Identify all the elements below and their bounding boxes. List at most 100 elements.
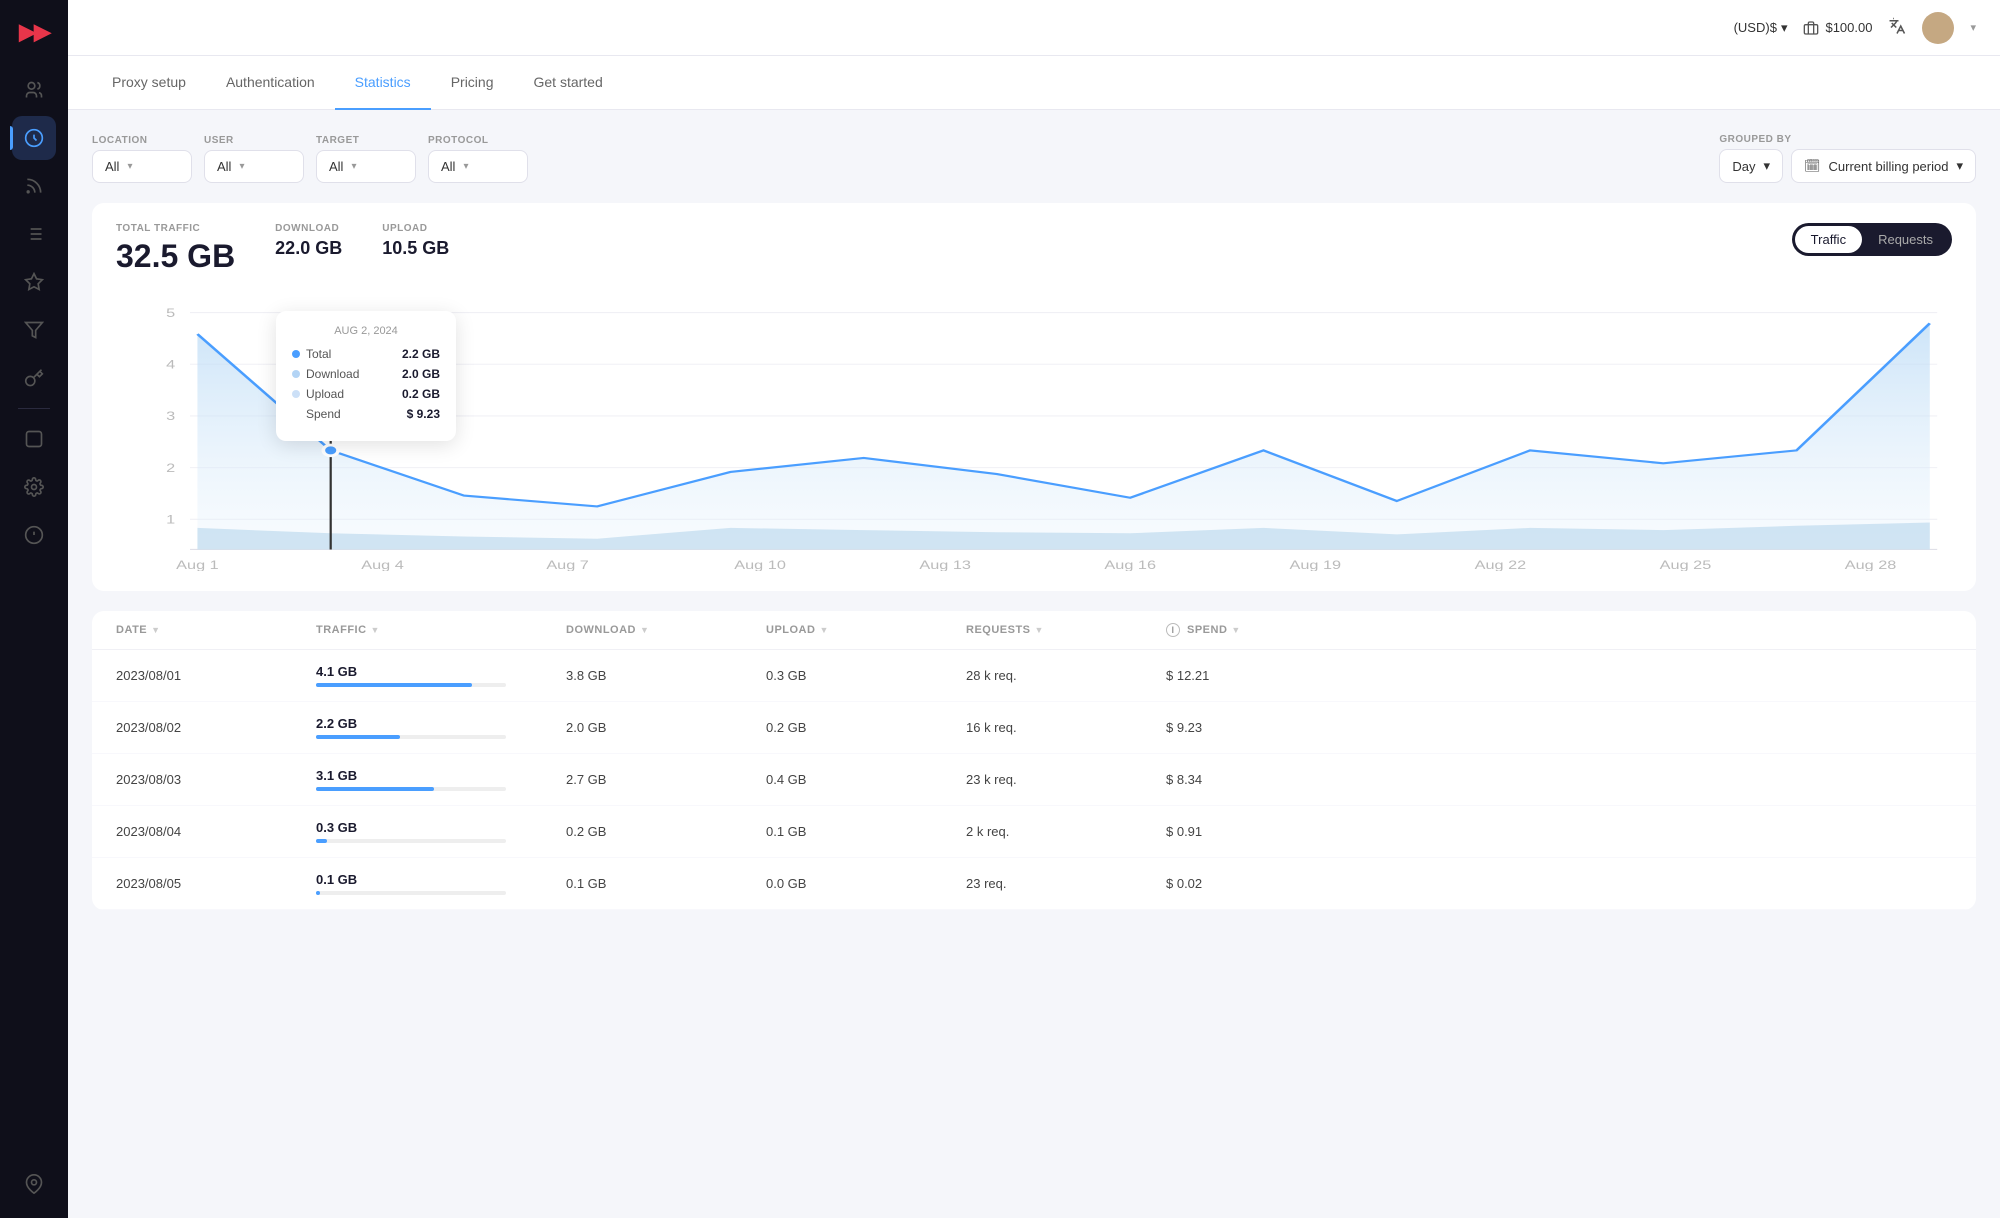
- tab-pricing[interactable]: Pricing: [431, 56, 514, 110]
- cell-date: 2023/08/01: [116, 668, 316, 683]
- sidebar-item-location[interactable]: [12, 1162, 56, 1206]
- topbar: (USD)$ ▾ $100.00 ▾: [68, 0, 2000, 56]
- filter-user: USER All ▾: [204, 135, 304, 183]
- chevron-down-icon: ▾: [1956, 158, 1963, 174]
- svg-text:Aug 10: Aug 10: [734, 559, 786, 571]
- svg-text:Aug 25: Aug 25: [1660, 559, 1712, 571]
- day-select[interactable]: Day ▾: [1719, 149, 1783, 183]
- col-header-download[interactable]: DOWNLOAD ▼: [566, 623, 766, 637]
- filter-target-select[interactable]: All ▾: [316, 150, 416, 183]
- traffic-bar-fill: [316, 787, 434, 791]
- col-header-date[interactable]: DATE ▼: [116, 623, 316, 637]
- cell-download: 0.1 GB: [566, 876, 766, 891]
- chevron-down-icon: ▾: [239, 161, 244, 172]
- col-header-spend[interactable]: i SPEND ▼: [1166, 623, 1346, 637]
- tab-proxy-setup[interactable]: Proxy setup: [92, 56, 206, 110]
- tooltip-upload-dot: [292, 390, 300, 398]
- filter-location-select[interactable]: All ▾: [92, 150, 192, 183]
- chevron-down-icon: ▾: [351, 161, 356, 172]
- svg-text:Aug 22: Aug 22: [1475, 559, 1527, 571]
- tooltip-row-spend: Spend $ 9.23: [292, 407, 440, 421]
- cell-requests: 28 k req.: [966, 668, 1166, 683]
- tooltip-upload-val: 0.2 GB: [402, 387, 440, 401]
- sort-icon: ▼: [819, 625, 828, 635]
- cell-download: 2.7 GB: [566, 772, 766, 787]
- cell-spend: $ 0.91: [1166, 824, 1346, 839]
- upload-value: 10.5 GB: [382, 238, 449, 259]
- sort-icon: ▼: [1035, 625, 1044, 635]
- sidebar-divider: [18, 408, 50, 409]
- tab-authentication[interactable]: Authentication: [206, 56, 335, 110]
- toggle-requests-button[interactable]: Requests: [1862, 226, 1949, 253]
- sidebar-item-rss[interactable]: [12, 164, 56, 208]
- app-logo[interactable]: ▶▶: [14, 12, 54, 52]
- account-chevron-icon[interactable]: ▾: [1970, 21, 1976, 34]
- wallet-icon: [1803, 20, 1819, 36]
- tooltip-download-dot: [292, 370, 300, 378]
- main-content: (USD)$ ▾ $100.00 ▾ Proxy setup Authentic…: [68, 0, 2000, 1218]
- tooltip-row-upload: Upload 0.2 GB: [292, 387, 440, 401]
- cell-traffic: 3.1 GB: [316, 768, 566, 791]
- sidebar-item-info[interactable]: [12, 513, 56, 557]
- cell-spend: $ 9.23: [1166, 720, 1346, 735]
- table-row: 2023/08/01 4.1 GB 3.8 GB 0.3 GB 28 k req…: [92, 650, 1976, 702]
- table-row: 2023/08/05 0.1 GB 0.1 GB 0.0 GB 23 req. …: [92, 858, 1976, 910]
- sidebar-item-settings[interactable]: [12, 465, 56, 509]
- cell-spend: $ 0.02: [1166, 876, 1346, 891]
- cell-requests: 23 k req.: [966, 772, 1166, 787]
- balance-display[interactable]: $100.00: [1803, 20, 1872, 36]
- cell-upload: 0.2 GB: [766, 720, 966, 735]
- table-header: DATE ▼ TRAFFIC ▼ DOWNLOAD ▼ UPLOAD ▼: [92, 611, 1976, 650]
- filter-grouped-by: GROUPED BY Day ▾ 🗓 Current billing perio…: [1719, 134, 1976, 183]
- cell-spend: $ 8.34: [1166, 772, 1346, 787]
- traffic-bar-bg: [316, 787, 506, 791]
- chevron-down-icon: ▾: [463, 161, 468, 172]
- currency-selector[interactable]: (USD)$ ▾: [1734, 20, 1788, 36]
- col-header-requests[interactable]: REQUESTS ▼: [966, 623, 1166, 637]
- tooltip-row-total: Total 2.2 GB: [292, 347, 440, 361]
- stat-total-traffic: TOTAL TRAFFIC 32.5 GB: [116, 223, 235, 275]
- download-value: 22.0 GB: [275, 238, 342, 259]
- nav-tabs: Proxy setup Authentication Statistics Pr…: [68, 56, 2000, 110]
- stats-header: TOTAL TRAFFIC 32.5 GB DOWNLOAD 22.0 GB U…: [116, 223, 1952, 275]
- cell-requests: 2 k req.: [966, 824, 1166, 839]
- chevron-down-icon: ▾: [127, 161, 132, 172]
- user-avatar[interactable]: [1922, 12, 1954, 44]
- tab-statistics[interactable]: Statistics: [335, 56, 431, 110]
- traffic-bar-bg: [316, 683, 506, 687]
- period-select[interactable]: 🗓 Current billing period ▾: [1791, 149, 1976, 183]
- download-label: DOWNLOAD: [275, 223, 342, 234]
- traffic-bar-bg: [316, 735, 506, 739]
- table-row: 2023/08/04 0.3 GB 0.2 GB 0.1 GB 2 k req.…: [92, 806, 1976, 858]
- tab-get-started[interactable]: Get started: [513, 56, 622, 110]
- sidebar-item-filter[interactable]: [12, 308, 56, 352]
- sidebar-item-dashboard[interactable]: [12, 260, 56, 304]
- cell-download: 0.2 GB: [566, 824, 766, 839]
- toggle-traffic-button[interactable]: Traffic: [1795, 226, 1862, 253]
- traffic-bar-fill: [316, 839, 327, 843]
- filter-location-label: LOCATION: [92, 135, 192, 146]
- translate-icon[interactable]: [1888, 17, 1906, 38]
- balance-label: $100.00: [1825, 20, 1872, 35]
- total-traffic-value: 32.5 GB: [116, 238, 235, 275]
- sidebar-item-list[interactable]: [12, 212, 56, 256]
- tooltip-row-download: Download 2.0 GB: [292, 367, 440, 381]
- col-header-traffic[interactable]: TRAFFIC ▼: [316, 623, 566, 637]
- filter-target: TARGET All ▾: [316, 135, 416, 183]
- cell-requests: 16 k req.: [966, 720, 1166, 735]
- svg-text:2: 2: [166, 462, 175, 475]
- col-header-upload[interactable]: UPLOAD ▼: [766, 623, 966, 637]
- sidebar-item-box[interactable]: [12, 417, 56, 461]
- filter-user-select[interactable]: All ▾: [204, 150, 304, 183]
- sidebar-item-key[interactable]: [12, 356, 56, 400]
- chart-tooltip: AUG 2, 2024 Total 2.2 GB Download: [276, 311, 456, 441]
- filter-protocol: PROTOCOL All ▾: [428, 135, 528, 183]
- filter-grouped-by-label: GROUPED BY: [1719, 134, 1976, 145]
- svg-text:Aug 16: Aug 16: [1104, 559, 1156, 571]
- filter-protocol-select[interactable]: All ▾: [428, 150, 528, 183]
- sidebar-item-proxy[interactable]: [12, 116, 56, 160]
- sort-icon: ▼: [640, 625, 649, 635]
- filter-row: LOCATION All ▾ USER All ▾ TARGET: [92, 134, 1976, 183]
- traffic-bar-fill: [316, 891, 320, 895]
- sidebar-item-users[interactable]: [12, 68, 56, 112]
